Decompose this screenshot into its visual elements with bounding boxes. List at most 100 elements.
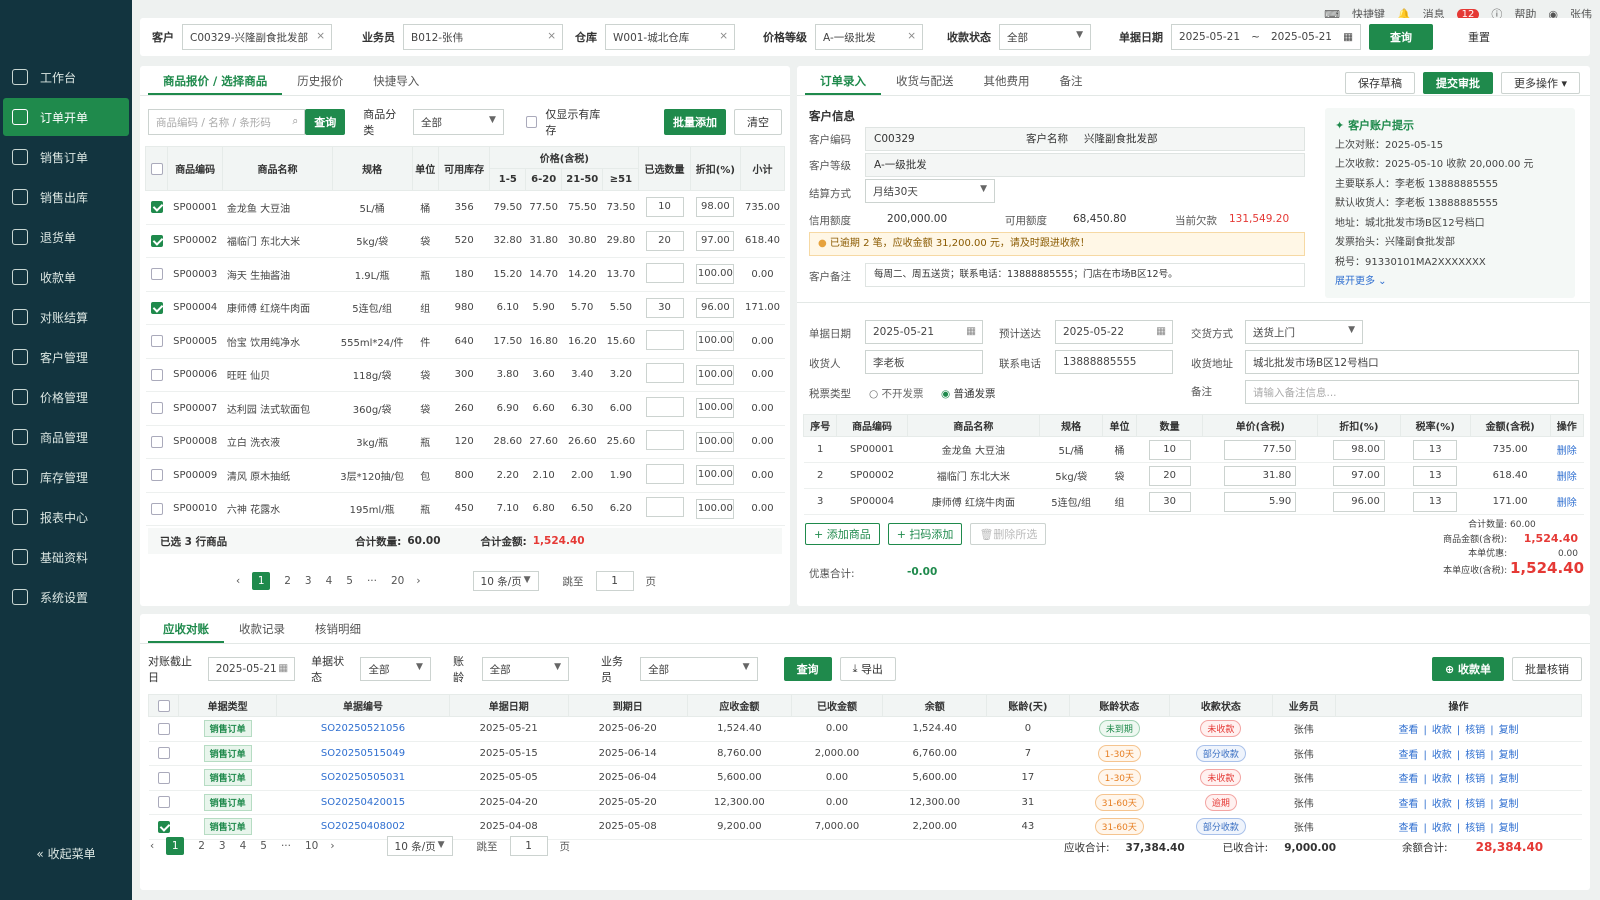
- copy-link[interactable]: 复制: [1499, 774, 1519, 785]
- recv-query-button[interactable]: 查询: [783, 657, 832, 681]
- qty-input[interactable]: [645, 396, 684, 417]
- price-input[interactable]: 5.90: [1224, 491, 1297, 512]
- receive-link[interactable]: 收款: [1432, 725, 1452, 736]
- tax-input[interactable]: 13: [1413, 465, 1458, 486]
- price-level-select[interactable]: A-一级批发 ×: [815, 24, 923, 50]
- radio-normal-invoice[interactable]: ◉ 普通发票: [941, 386, 996, 401]
- table-row[interactable]: SP00007 达利园 法式软面包 360g/袋袋 260 6.90 6.60 6.30 6.…: [145, 391, 785, 426]
- table-row[interactable]: SP00003 海天 生抽酱油 1.9L/瓶瓶 180 15.20 14.70 14.20 1…: [145, 257, 785, 292]
- sidebar-item-12[interactable]: 基础资料: [3, 538, 129, 576]
- warehouse-select[interactable]: W001-城北仓库 ×: [605, 24, 735, 50]
- page-button[interactable]: 1: [166, 837, 185, 855]
- sidebar-item-3[interactable]: 销售出库: [3, 178, 129, 216]
- page-button[interactable]: 1: [252, 572, 271, 590]
- qty-input[interactable]: 20: [645, 230, 684, 251]
- delete-link[interactable]: 删除: [1550, 488, 1584, 515]
- query-button[interactable]: 查询: [1369, 24, 1433, 50]
- row-checkbox[interactable]: [157, 722, 170, 735]
- qty-input[interactable]: [645, 262, 684, 283]
- sidebar-item-8[interactable]: 价格管理: [3, 378, 129, 416]
- doc-no-link[interactable]: SO20250515049: [276, 741, 450, 766]
- qty-input[interactable]: 10: [645, 197, 684, 218]
- discount-input[interactable]: 97.00: [1332, 465, 1385, 486]
- sidebar-item-10[interactable]: 库存管理: [3, 458, 129, 496]
- row-checkbox[interactable]: [150, 469, 163, 482]
- trade-mode-select[interactable]: 送货上门 ▼: [1245, 320, 1363, 344]
- doc-no-link[interactable]: SO20250420015: [276, 790, 450, 815]
- copy-link[interactable]: 复制: [1499, 750, 1519, 761]
- select-all-checkbox[interactable]: [150, 162, 163, 175]
- jump-page-input[interactable]: 1: [595, 571, 634, 591]
- goods-search-button[interactable]: 查询: [305, 109, 346, 135]
- goods-search-input[interactable]: 商品编码 / 名称 / 条形码 ⌕: [148, 109, 306, 135]
- copy-link[interactable]: 复制: [1499, 799, 1519, 810]
- row-checkbox[interactable]: [150, 502, 163, 515]
- tax-input[interactable]: 13: [1413, 491, 1458, 512]
- page-button[interactable]: 2: [284, 575, 291, 587]
- tab-remarks[interactable]: 备注: [1045, 66, 1098, 95]
- jump-page-input[interactable]: 1: [509, 836, 548, 856]
- page-button[interactable]: 20: [391, 575, 404, 587]
- write-off-link[interactable]: 核销: [1465, 799, 1485, 810]
- tab-history-quote[interactable]: 历史报价: [282, 66, 358, 95]
- discount-input[interactable]: 100.00: [696, 398, 735, 419]
- qty-input[interactable]: 30: [1148, 491, 1191, 512]
- table-row[interactable]: 销售订单 SO20250420015 2025-04-20 2025-05-20 12,…: [148, 790, 1582, 815]
- qty-input[interactable]: 10: [1148, 439, 1191, 460]
- discount-input[interactable]: 97.00: [696, 230, 735, 251]
- radio-no-invoice[interactable]: ○ 不开发票: [869, 386, 924, 401]
- table-row[interactable]: SP00008 立白 洗衣液 3kg/瓶瓶 120 28.60 27.60 26.60 25.…: [145, 425, 785, 459]
- aging-select[interactable]: 全部 ▼: [481, 657, 570, 681]
- page-size-select[interactable]: 10 条/页 ▼: [386, 836, 453, 856]
- qty-input[interactable]: [645, 463, 684, 484]
- write-off-link[interactable]: 核销: [1465, 725, 1485, 736]
- sidebar-item-5[interactable]: 收款单: [3, 258, 129, 296]
- discount-input[interactable]: 96.00: [696, 297, 735, 318]
- row-checkbox[interactable]: [157, 820, 170, 833]
- tab-delivery[interactable]: 收货与配送: [881, 66, 969, 95]
- discount-input[interactable]: 100.00: [696, 264, 735, 285]
- receive-link[interactable]: 收款: [1432, 750, 1452, 761]
- category-select[interactable]: 全部 ▼: [413, 109, 504, 135]
- tax-input[interactable]: 13: [1413, 439, 1458, 460]
- row-checkbox[interactable]: [150, 201, 163, 214]
- next-page-icon[interactable]: ›: [330, 840, 334, 852]
- qty-input[interactable]: 20: [1148, 465, 1191, 486]
- row-checkbox[interactable]: [150, 301, 163, 314]
- delete-link[interactable]: 删除: [1550, 462, 1584, 489]
- row-checkbox[interactable]: [150, 402, 163, 415]
- tab-recv-reconcile[interactable]: 应收对账: [148, 614, 224, 643]
- view-link[interactable]: 查看: [1398, 799, 1418, 810]
- recv-sales-select[interactable]: 全部 ▼: [640, 657, 758, 681]
- qty-input[interactable]: 30: [645, 297, 684, 318]
- qty-input[interactable]: [645, 363, 684, 384]
- delete-link[interactable]: 删除: [1550, 436, 1584, 463]
- sidebar-item-6[interactable]: 对账结算: [3, 298, 129, 336]
- row-checkbox[interactable]: [157, 796, 170, 809]
- view-link[interactable]: 查看: [1398, 774, 1418, 785]
- tab-other-fees[interactable]: 其他费用: [969, 66, 1045, 95]
- page-button[interactable]: 5: [346, 575, 353, 587]
- clear-icon[interactable]: ×: [316, 30, 325, 42]
- price-input[interactable]: 77.50: [1224, 439, 1297, 460]
- page-button[interactable]: 10: [305, 840, 318, 852]
- clear-button[interactable]: 清空: [734, 109, 782, 135]
- discount-input[interactable]: 100.00: [696, 431, 735, 452]
- table-row[interactable]: SP00006 旺旺 仙贝 118g/袋袋 300 3.80 3.60 3.40 3.20 10…: [145, 358, 785, 392]
- settle-select[interactable]: 月结30天 ▼: [865, 179, 995, 203]
- qty-input[interactable]: [645, 329, 684, 350]
- export-button[interactable]: ⤓ 导出: [839, 657, 896, 681]
- page-button[interactable]: 2: [198, 840, 205, 852]
- phone-input[interactable]: 13888885555: [1055, 350, 1173, 374]
- deliver-date-picker[interactable]: 2025-05-22 ▦: [1055, 320, 1173, 344]
- sidebar-item-13[interactable]: 系统设置: [3, 578, 129, 616]
- discount-input[interactable]: 100.00: [696, 465, 735, 486]
- view-link[interactable]: 查看: [1398, 725, 1418, 736]
- add-goods-button[interactable]: + 添加商品: [805, 523, 880, 545]
- table-row[interactable]: SP00009 清风 原木抽纸 3层*120抽/包包 800 2.20 2.10 2.00 1…: [145, 458, 785, 493]
- row-checkbox[interactable]: [150, 368, 163, 381]
- table-row[interactable]: SP00001 金龙鱼 大豆油 5L/桶桶 356 79.50 77.50 75.50 73.…: [145, 190, 785, 225]
- page-button[interactable]: 4: [240, 840, 247, 852]
- discount-input[interactable]: 100.00: [696, 498, 735, 519]
- save-draft-button[interactable]: 保存草稿: [1344, 72, 1415, 94]
